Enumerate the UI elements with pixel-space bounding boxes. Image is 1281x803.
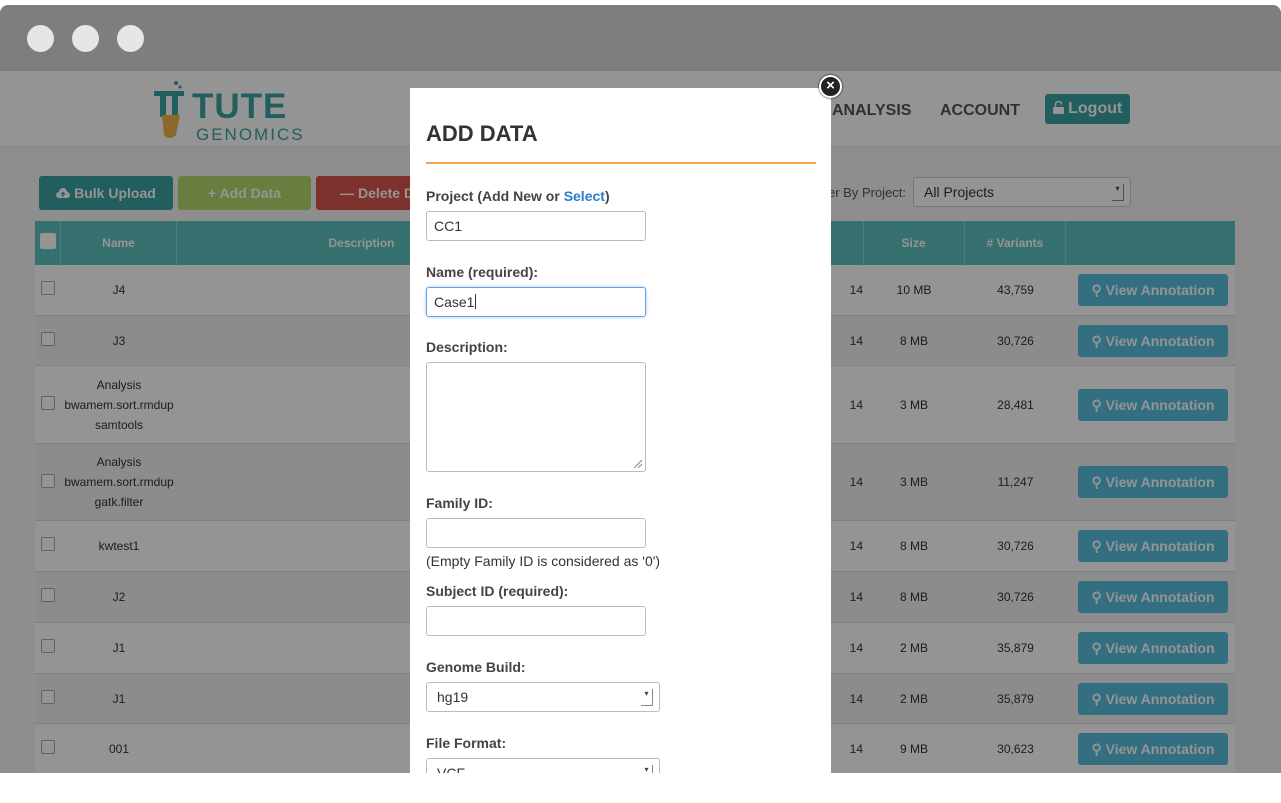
subject-id-label: Subject ID (required):	[426, 583, 569, 599]
name-label: Name (required):	[426, 264, 539, 280]
genome-build-select[interactable]: hg19 ▾	[426, 682, 660, 712]
chevron-down-icon: ▾	[641, 765, 653, 773]
description-textarea[interactable]	[426, 362, 646, 472]
description-label: Description:	[426, 339, 508, 355]
genome-build-label: Genome Build:	[426, 659, 526, 675]
name-input-value: Case1	[434, 294, 475, 310]
project-label-close: )	[604, 188, 610, 204]
project-input[interactable]: CC1	[426, 211, 646, 241]
file-format-value: VCF	[437, 765, 465, 773]
family-id-input[interactable]	[426, 518, 646, 548]
modal-title: ADD DATA	[426, 121, 538, 146]
family-id-note: (Empty Family ID is considered as '0')	[426, 553, 661, 569]
resize-grip-icon[interactable]	[632, 458, 642, 468]
title-bar	[0, 5, 1281, 71]
close-icon[interactable]: ×	[819, 75, 842, 98]
window-minimize-dot[interactable]	[72, 25, 99, 52]
subject-id-input[interactable]	[426, 606, 646, 636]
text-caret	[475, 294, 477, 309]
window-maximize-dot[interactable]	[117, 25, 144, 52]
name-input[interactable]: Case1	[426, 287, 646, 317]
project-label: Project (Add New or Select)	[426, 188, 610, 204]
add-data-modal: ADD DATA Project (Add New or Select) CC1…	[410, 88, 831, 773]
window-close-dot[interactable]	[27, 25, 54, 52]
file-format-label: File Format:	[426, 735, 507, 751]
genome-build-value: hg19	[437, 689, 469, 705]
family-id-label: Family ID:	[426, 495, 493, 511]
file-format-select[interactable]: VCF ▾	[426, 758, 660, 773]
modal-title-divider	[426, 162, 816, 164]
chevron-down-icon: ▾	[641, 689, 653, 706]
project-label-text: Project (Add New or	[426, 188, 564, 204]
project-select-link[interactable]: Select	[564, 188, 605, 204]
